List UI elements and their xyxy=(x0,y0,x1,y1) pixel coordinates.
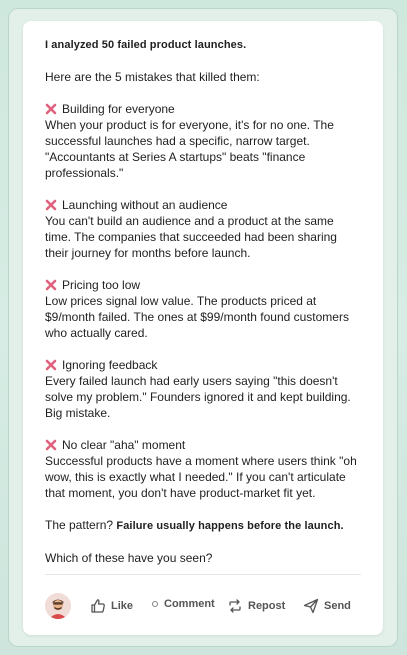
comment-label: Comment xyxy=(164,598,215,610)
mistake-text-line: Low prices signal low value. The product… xyxy=(45,294,317,308)
cross-mark-icon xyxy=(45,199,57,211)
cross-mark-icon xyxy=(45,103,57,115)
mistake-item: Building for everyone When your product … xyxy=(45,101,365,181)
thumbs-up-icon xyxy=(91,599,105,613)
mistake-title: Building for everyone xyxy=(62,102,175,116)
repost-button[interactable]: Repost xyxy=(227,598,285,614)
cross-mark-icon xyxy=(45,359,57,371)
mistake-item: Launching without an audience You can't … xyxy=(45,197,365,261)
mistake-title: Pricing too low xyxy=(62,278,141,292)
post-hook: I analyzed 50 failed product launches. xyxy=(45,39,247,51)
mistake-text-line: $9/month failed. The ones at $99/month f… xyxy=(45,310,349,324)
mistake-text-line: who actually cared. xyxy=(45,326,148,340)
pattern-line: The pattern? Failure usually happens bef… xyxy=(45,517,365,534)
like-button[interactable]: Like xyxy=(90,598,133,614)
post-body: I analyzed 50 failed product launches. H… xyxy=(45,37,365,566)
mistake-title: Launching without an audience xyxy=(62,198,228,212)
divider xyxy=(45,574,361,575)
mistake-text-line: Successful products have a moment where … xyxy=(45,454,357,468)
cross-mark-icon xyxy=(45,279,57,291)
pattern-emphasis: Failure usually happens before the launc… xyxy=(116,520,344,532)
mistake-text-line: Every failed launch had early users sayi… xyxy=(45,374,338,388)
mistake-text-line: professionals." xyxy=(45,166,124,180)
repost-icon xyxy=(229,599,241,613)
comment-button[interactable]: Comment xyxy=(151,598,215,610)
mistake-item: No clear "aha" moment Successful product… xyxy=(45,437,365,501)
mistake-text-line: that moment, you don't have product-mark… xyxy=(45,486,316,500)
comment-icon xyxy=(151,600,159,608)
send-label: Send xyxy=(324,600,351,612)
mistake-text-line: their journey for months before launch. xyxy=(45,246,251,260)
mistake-text-line: Big mistake. xyxy=(45,406,111,420)
send-button[interactable]: Send xyxy=(303,598,351,614)
mistake-text-line: When your product is for everyone, it's … xyxy=(45,118,334,132)
mistake-title: No clear "aha" moment xyxy=(62,438,186,452)
cross-mark-icon xyxy=(45,439,57,451)
avatar-icon xyxy=(45,593,71,619)
mistake-text-line: solve my problem." Founders ignored it a… xyxy=(45,390,351,404)
mistake-item: Ignoring feedback Every failed launch ha… xyxy=(45,357,365,421)
post-card: I analyzed 50 failed product launches. H… xyxy=(23,21,383,635)
pattern-prefix: The pattern? xyxy=(45,518,117,532)
action-bar: Like Comment Repost Send xyxy=(45,593,365,619)
send-icon xyxy=(303,598,319,614)
repost-label: Repost xyxy=(248,600,286,612)
mistake-title: Ignoring feedback xyxy=(62,358,158,372)
post-intro: Here are the 5 mistakes that killed them… xyxy=(45,70,260,84)
avatar[interactable] xyxy=(45,593,71,619)
like-label: Like xyxy=(111,600,134,612)
closing-question: Which of these have you seen? xyxy=(45,551,213,565)
mistake-text-line: wow, this is exactly what I needed." If … xyxy=(45,470,346,484)
mistake-text-line: You can't build an audience and a produc… xyxy=(45,214,334,228)
mistake-text-line: "Accountants at Series A startups" beats… xyxy=(45,150,306,164)
mistake-item: Pricing too low Low prices signal low va… xyxy=(45,277,365,341)
mistake-text-line: time. The companies that succeeded had b… xyxy=(45,230,337,244)
mistake-text-line: successful launches had a specific, narr… xyxy=(45,134,310,148)
